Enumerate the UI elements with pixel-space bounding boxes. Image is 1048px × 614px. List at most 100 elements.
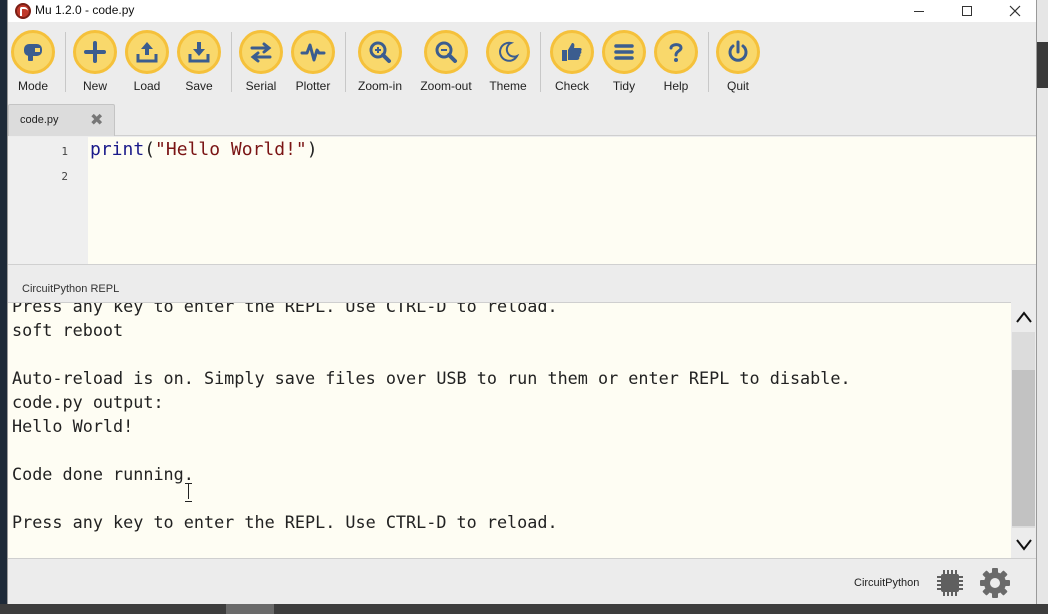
mode-button-label: Mode: [17, 79, 49, 93]
code-string: "Hello World!": [155, 139, 307, 160]
theme-button-label: Theme: [489, 79, 527, 93]
taskbar-strip: [0, 604, 1048, 614]
new-button[interactable]: New: [67, 30, 123, 93]
quit-button-circle: [716, 30, 760, 74]
mode-button-circle: [11, 30, 55, 74]
help-button-circle: [654, 30, 698, 74]
repl-header: CircuitPython REPL: [8, 264, 1036, 302]
tab-code-py[interactable]: code.py ✖: [8, 104, 115, 136]
minimize-button[interactable]: [896, 0, 942, 22]
zoom-in-icon: [369, 41, 391, 63]
current-mode-label[interactable]: CircuitPython: [854, 577, 919, 589]
toolbar: Mode New Load Save Serial Plotter Zoom-i…: [8, 22, 1036, 100]
window-title: Mu 1.2.0 - code.py: [35, 3, 135, 17]
mode-button[interactable]: Mode: [5, 30, 61, 93]
load-button[interactable]: Load: [119, 30, 175, 93]
repl-line: Hello World!: [12, 416, 134, 436]
plus-icon: [84, 41, 106, 63]
help-button[interactable]: Help: [648, 30, 704, 93]
repl-console[interactable]: Press any key to enter the REPL. Use CTR…: [8, 302, 1011, 558]
pulse-icon: [300, 43, 326, 62]
toolbar-separator: [345, 32, 346, 92]
check-button-circle: [550, 30, 594, 74]
lines-icon: [614, 44, 634, 60]
minimize-icon: [914, 10, 924, 12]
repl-line: Auto-reload is on. Simply save files ove…: [12, 368, 851, 388]
plotter-button[interactable]: Plotter: [285, 30, 341, 93]
code-line[interactable]: print("Hello World!"): [90, 139, 318, 160]
zoom-in-button[interactable]: Zoom-in: [352, 30, 408, 93]
swap-arrows-icon: [250, 42, 272, 63]
scroll-down-button[interactable]: [1011, 532, 1036, 558]
code-open-paren: (: [144, 139, 156, 160]
desktop-background-right: [1036, 0, 1048, 614]
line-number-gutter: 1 2: [8, 137, 88, 264]
close-window-button[interactable]: [992, 0, 1038, 22]
line-number: 1: [61, 145, 68, 158]
maximize-button[interactable]: [944, 0, 990, 22]
mode-icon: [24, 44, 42, 61]
theme-button[interactable]: Theme: [480, 30, 536, 93]
tidy-button-label: Tidy: [612, 79, 636, 93]
tab-label: code.py: [20, 114, 59, 126]
save-button-label: Save: [185, 79, 213, 93]
plotter-button-label: Plotter: [295, 79, 331, 93]
help-button-label: Help: [663, 79, 689, 93]
thumbs-up-icon: [562, 43, 582, 61]
tab-bar: code.py ✖: [8, 100, 1036, 136]
question-icon: [669, 43, 683, 62]
serial-button[interactable]: Serial: [233, 30, 289, 93]
quit-button[interactable]: Quit: [710, 30, 766, 93]
serial-button-label: Serial: [245, 79, 277, 93]
toolbar-separator: [65, 32, 66, 92]
save-button[interactable]: Save: [171, 30, 227, 93]
load-button-label: Load: [133, 79, 161, 93]
quit-button-label: Quit: [726, 79, 749, 93]
line-number: 2: [61, 170, 68, 183]
zoom-out-button[interactable]: Zoom-out: [418, 30, 474, 93]
moon-icon: [499, 41, 520, 62]
tidy-button[interactable]: Tidy: [596, 30, 652, 93]
new-button-circle: [73, 30, 117, 74]
zoom-in-button-label: Zoom-in: [357, 79, 402, 93]
text-cursor-icon: [184, 483, 194, 502]
repl-title: CircuitPython REPL: [22, 283, 120, 295]
repl-line: Code done running.: [12, 464, 194, 484]
repl-line: Press any key to enter the REPL. Use CTR…: [12, 512, 558, 532]
zoom-out-button-label: Zoom-out: [420, 79, 472, 93]
check-button-label: Check: [554, 79, 589, 93]
maximize-icon: [962, 6, 972, 16]
code-editor[interactable]: 1 2 print("Hello World!"): [8, 137, 1036, 264]
zoom-out-icon: [435, 41, 457, 63]
check-button[interactable]: Check: [544, 30, 600, 93]
load-button-circle: [125, 30, 169, 74]
repl-line: soft reboot: [12, 320, 124, 340]
download-icon: [188, 42, 210, 63]
arrow-up-icon: [1015, 311, 1032, 323]
close-icon: [1009, 5, 1021, 17]
repl-scrollbar[interactable]: [1011, 302, 1036, 558]
upload-icon: [136, 42, 158, 63]
title-bar: Mu 1.2.0 - code.py: [8, 0, 1036, 22]
repl-line: code.py output:: [12, 392, 164, 412]
plotter-button-circle: [291, 30, 335, 74]
serial-button-circle: [239, 30, 283, 74]
scroll-up-button[interactable]: [1011, 304, 1036, 330]
arrow-down-icon: [1015, 539, 1032, 551]
tab-close-icon[interactable]: ✖: [90, 110, 103, 129]
new-button-label: New: [82, 79, 107, 93]
toolbar-separator: [231, 32, 232, 92]
chip-icon[interactable]: [934, 567, 966, 599]
zoom-out-button-circle: [424, 30, 468, 74]
gear-icon[interactable]: [978, 566, 1012, 600]
mu-logo-icon: [15, 3, 31, 19]
tidy-button-circle: [602, 30, 646, 74]
scroll-thumb[interactable]: [1012, 370, 1035, 526]
theme-button-circle: [486, 30, 530, 74]
toolbar-separator: [540, 32, 541, 92]
save-button-circle: [177, 30, 221, 74]
code-keyword: print: [90, 139, 145, 160]
toolbar-separator: [708, 32, 709, 92]
power-icon: [728, 40, 748, 62]
mu-editor-window: Mu 1.2.0 - code.py Mode New Load Save Se…: [7, 0, 1037, 604]
